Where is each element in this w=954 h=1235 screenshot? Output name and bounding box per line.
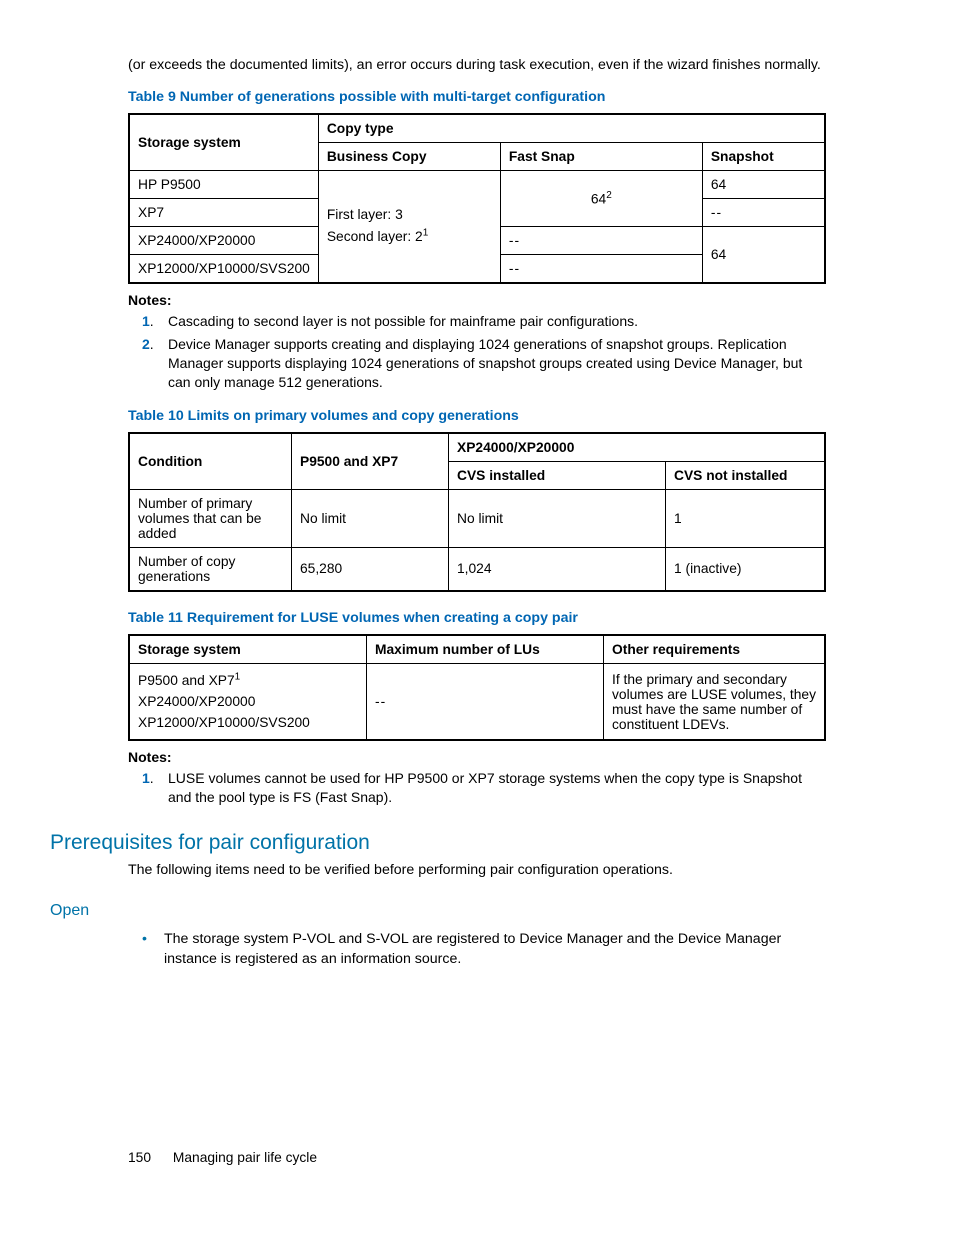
note-item: 1 Cascading to second layer is not possi… <box>142 312 826 331</box>
col-p9500-xp7: P9500 and XP7 <box>292 433 449 490</box>
bc-line2-pre: Second layer: 2 <box>327 229 423 244</box>
col-fast-snap: Fast Snap <box>500 143 702 171</box>
bullet-item: • The storage system P-VOL and S-VOL are… <box>142 930 826 968</box>
note-number: 2 <box>142 335 168 392</box>
col-other-req: Other requirements <box>604 635 826 664</box>
page: (or exceeds the documented limits), an e… <box>0 0 954 1235</box>
cell-business-copy: First layer: 3 Second layer: 21 <box>318 171 500 284</box>
cell-condition: Number of copy generations <box>129 547 292 591</box>
col-cvs-installed: CVS installed <box>449 461 666 489</box>
col-storage-system: Storage system <box>129 635 367 664</box>
table10-caption: Table 10 Limits on primary volumes and c… <box>128 408 826 424</box>
table9: Storage system Copy type Business Copy F… <box>128 113 826 284</box>
cell-value: No limit <box>292 489 449 547</box>
page-footer: 150 Managing pair life cycle <box>128 1150 317 1165</box>
cell-fast-snap-12: 642 <box>500 171 702 227</box>
cell-value: 65,280 <box>292 547 449 591</box>
cell-storage-systems: P9500 and XP71 XP24000/XP20000 XP12000/X… <box>129 663 367 740</box>
prereq-intro: The following items need to be verified … <box>128 861 826 880</box>
ss-line2: XP24000/XP20000 <box>138 694 255 709</box>
table-row: Condition P9500 and XP7 XP24000/XP20000 <box>129 433 825 462</box>
bullet-text: The storage system P-VOL and S-VOL are r… <box>164 930 826 968</box>
note-number: 1 <box>142 769 168 807</box>
table9-caption: Table 9 Number of generations possible w… <box>128 89 826 105</box>
ss-line1: P9500 and XP71 <box>138 673 240 688</box>
section-heading-prerequisites: Prerequisites for pair configuration <box>50 831 826 855</box>
notes-title: Notes: <box>128 749 826 765</box>
cell-snapshot: -- <box>702 199 825 227</box>
cell-snapshot-34: 64 <box>702 227 825 284</box>
table-row: Storage system Copy type <box>129 114 825 143</box>
cell-storage: HP P9500 <box>129 171 318 199</box>
cell-fast-snap: -- <box>500 255 702 284</box>
cell-fast-snap: -- <box>500 227 702 255</box>
table-row: Number of primary volumes that can be ad… <box>129 489 825 547</box>
col-condition: Condition <box>129 433 292 490</box>
note-item: 2 Device Manager supports creating and d… <box>142 335 826 392</box>
cell-storage: XP24000/XP20000 <box>129 227 318 255</box>
table-row: Storage system Maximum number of LUs Oth… <box>129 635 825 664</box>
table11: Storage system Maximum number of LUs Oth… <box>128 634 826 742</box>
bc-line2-sup: 1 <box>423 228 429 239</box>
cell-value: 1 <box>666 489 826 547</box>
cell-value: 1 (inactive) <box>666 547 826 591</box>
cell-snapshot: 64 <box>702 171 825 199</box>
note-item: 1 LUSE volumes cannot be used for HP P95… <box>142 769 826 807</box>
note-text: Device Manager supports creating and dis… <box>168 335 826 392</box>
cell-storage: XP7 <box>129 199 318 227</box>
col-business-copy: Business Copy <box>318 143 500 171</box>
bullet-icon: • <box>142 930 164 968</box>
col-cvs-not-installed: CVS not installed <box>666 461 826 489</box>
ss-line3: XP12000/XP10000/SVS200 <box>138 715 310 730</box>
intro-paragraph: (or exceeds the documented limits), an e… <box>128 56 826 75</box>
col-snapshot: Snapshot <box>702 143 825 171</box>
bc-line2: Second layer: 21 <box>327 229 428 244</box>
table11-notes: Notes: 1 LUSE volumes cannot be used for… <box>128 749 826 807</box>
ss-line1-sup: 1 <box>235 672 241 683</box>
table11-caption: Table 11 Requirement for LUSE volumes wh… <box>128 610 826 626</box>
cell-value: No limit <box>449 489 666 547</box>
cell-condition: Number of primary volumes that can be ad… <box>129 489 292 547</box>
col-storage-system: Storage system <box>129 114 318 171</box>
table-row: HP P9500 First layer: 3 Second layer: 21… <box>129 171 825 199</box>
ss-line1-pre: P9500 and XP7 <box>138 673 235 688</box>
cell-other-req: If the primary and secondary volumes are… <box>604 663 826 740</box>
col-max-lus: Maximum number of LUs <box>367 635 604 664</box>
notes-title: Notes: <box>128 292 826 308</box>
cell-storage: XP12000/XP10000/SVS200 <box>129 255 318 284</box>
subsection-heading-open: Open <box>50 902 826 920</box>
col-xp24000: XP24000/XP20000 <box>449 433 826 462</box>
bc-line1: First layer: 3 <box>327 207 403 222</box>
table9-notes: Notes: 1 Cascading to second layer is no… <box>128 292 826 392</box>
col-copy-type: Copy type <box>318 114 825 143</box>
footer-chapter-title: Managing pair life cycle <box>173 1150 317 1165</box>
note-text: LUSE volumes cannot be used for HP P9500… <box>168 769 826 807</box>
fs-12-pre: 64 <box>591 192 606 207</box>
cell-value: 1,024 <box>449 547 666 591</box>
note-text: Cascading to second layer is not possibl… <box>168 312 638 331</box>
table-row: P9500 and XP71 XP24000/XP20000 XP12000/X… <box>129 663 825 740</box>
table10: Condition P9500 and XP7 XP24000/XP20000 … <box>128 432 826 592</box>
fs-12-sup: 2 <box>606 190 612 201</box>
table-row: Number of copy generations 65,280 1,024 … <box>129 547 825 591</box>
cell-max-lus: -- <box>367 663 604 740</box>
page-number: 150 <box>128 1150 151 1165</box>
note-number: 1 <box>142 312 168 331</box>
